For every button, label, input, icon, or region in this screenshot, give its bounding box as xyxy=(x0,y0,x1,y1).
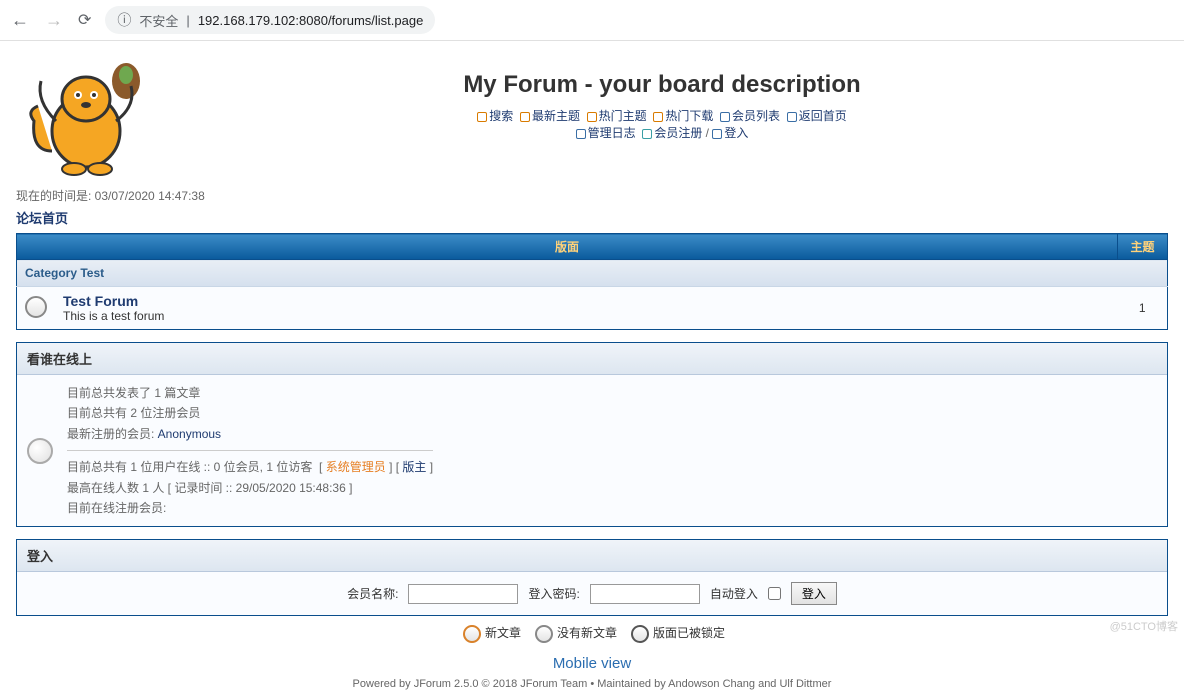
hot-topics-icon xyxy=(587,112,597,122)
nav-back-home[interactable]: 返回首页 xyxy=(799,109,847,123)
no-new-posts-icon xyxy=(535,625,553,643)
home-icon xyxy=(787,112,797,122)
security-label: 不安全 xyxy=(139,11,178,30)
whos-online-title[interactable]: 看谁在线上 xyxy=(17,343,1167,375)
forward-button: → xyxy=(44,10,64,31)
nav-admin-log[interactable]: 管理日志 xyxy=(588,126,636,140)
admin-icon xyxy=(576,129,586,139)
watermark: @51CTO博客 xyxy=(1110,618,1178,634)
board-title: My Forum - your board description xyxy=(156,71,1168,99)
latest-icon xyxy=(520,112,530,122)
info-icon: ⓘ xyxy=(117,10,131,30)
nav-hot-topics[interactable]: 热门主题 xyxy=(599,109,647,123)
login-title: 登入 xyxy=(17,540,1167,572)
forum-table: 版面 主题 Category Test Test Forum This is a… xyxy=(16,233,1168,330)
forum-status-icon xyxy=(17,287,56,330)
nav-hot-downloads[interactable]: 热门下载 xyxy=(665,109,713,123)
login-block: 登入 会员名称: 登入密码: 自动登入 登入 xyxy=(16,539,1168,616)
forum-desc: This is a test forum xyxy=(63,309,1110,323)
back-button[interactable]: ← xyxy=(10,10,30,31)
topic-count: 1 xyxy=(1118,287,1168,330)
admin-legend[interactable]: 系统管理员 xyxy=(326,460,386,474)
address-bar[interactable]: ⓘ 不安全 | 192.168.179.102:8080/forums/list… xyxy=(105,6,435,34)
username-input[interactable] xyxy=(408,584,518,604)
crumb-home[interactable]: 论坛首页 xyxy=(16,211,68,226)
col-forum: 版面 xyxy=(17,234,1118,260)
category-row[interactable]: Category Test xyxy=(17,260,1168,287)
newest-member-link[interactable]: Anonymous xyxy=(158,427,221,441)
password-label: 登入密码: xyxy=(528,585,579,602)
nav-search[interactable]: 搜索 xyxy=(489,109,513,123)
col-topics: 主题 xyxy=(1118,234,1168,260)
members-icon xyxy=(720,112,730,122)
nav-latest[interactable]: 最新主题 xyxy=(532,109,580,123)
breadcrumb: 论坛首页 xyxy=(16,208,1168,227)
whos-online-block: 看谁在线上 目前总共发表了 1 篇文章 目前总共有 2 位注册会员 最新注册的会… xyxy=(16,342,1168,527)
locked-icon xyxy=(631,625,649,643)
legend: 新文章 没有新文章 版面已被锁定 xyxy=(16,616,1168,651)
username-label: 会员名称: xyxy=(347,585,398,602)
register-icon xyxy=(642,129,652,139)
forum-row: Test Forum This is a test forum 1 xyxy=(17,287,1168,330)
password-input[interactable] xyxy=(590,584,700,604)
autologin-label: 自动登入 xyxy=(710,585,758,602)
page-header: My Forum - your board description 搜索 最新主… xyxy=(16,51,1168,181)
nav-register[interactable]: 会员注册 xyxy=(654,126,702,140)
login-icon xyxy=(712,129,722,139)
mod-legend[interactable]: 版主 xyxy=(402,460,426,474)
nav-login[interactable]: 登入 xyxy=(724,126,748,140)
autologin-checkbox[interactable] xyxy=(768,587,781,600)
reload-button[interactable]: ⟳ xyxy=(78,10,91,30)
whos-online-text: 目前总共发表了 1 篇文章 目前总共有 2 位注册会员 最新注册的会员: Ano… xyxy=(67,383,433,518)
url-text: 192.168.179.102:8080/forums/list.page xyxy=(198,13,424,28)
search-icon xyxy=(477,112,487,122)
footer-text: Powered by JForum 2.5.0 © 2018 JForum Te… xyxy=(16,678,1168,690)
whos-online-icon xyxy=(27,438,53,464)
browser-toolbar: ← → ⟳ ⓘ 不安全 | 192.168.179.102:8080/forum… xyxy=(0,0,1184,41)
nav-members[interactable]: 会员列表 xyxy=(732,109,780,123)
login-button[interactable]: 登入 xyxy=(791,582,837,605)
mobile-view-link[interactable]: Mobile view xyxy=(553,655,631,672)
current-time: 现在的时间是: 03/07/2020 14:47:38 xyxy=(16,187,1168,204)
forum-link[interactable]: Test Forum xyxy=(63,293,138,309)
logo[interactable] xyxy=(16,51,156,181)
hot-dl-icon xyxy=(653,112,663,122)
top-nav: 搜索 最新主题 热门主题 热门下载 会员列表 返回首页 管理日志 会员注册 / … xyxy=(156,107,1168,141)
new-posts-icon xyxy=(463,625,481,643)
